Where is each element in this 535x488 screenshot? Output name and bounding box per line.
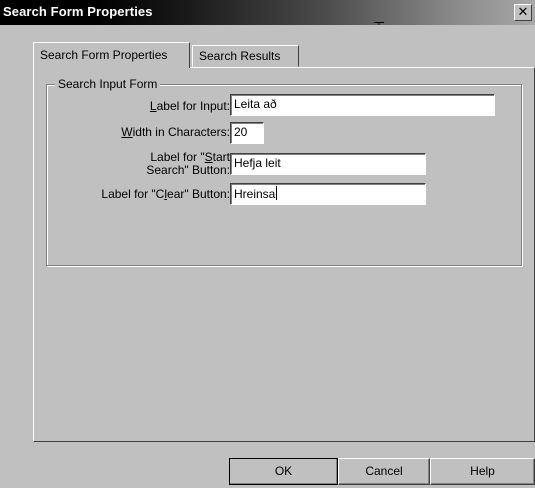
label-for-start-search-field[interactable]: Hefja leit xyxy=(230,153,426,175)
help-button[interactable]: Help xyxy=(430,458,535,485)
tab-label: Search Results xyxy=(199,49,281,63)
label-for-clear-label: Label for "Clear" Button: xyxy=(101,187,230,201)
close-button[interactable]: ✕ xyxy=(514,4,532,21)
label-for-start-search-label: Label for "Start Search" Button: xyxy=(146,150,230,177)
tab-search-form-properties[interactable]: Search Form Properties xyxy=(33,42,190,68)
text-caret xyxy=(276,186,278,200)
label-for-input-label: Label for Input: xyxy=(149,99,230,113)
window-title: Search Form Properties xyxy=(3,4,153,19)
group-label: Search Input Form xyxy=(55,77,161,91)
title-bar: Search Form Properties ⌶ ✕ xyxy=(0,0,535,40)
width-in-characters-field[interactable]: 20 xyxy=(230,122,264,144)
search-input-form-group: Search Input Form Label for Input: Leita… xyxy=(46,77,522,266)
dialog-body: Search Form Properties Search Results Se… xyxy=(0,25,535,488)
label-for-clear-field[interactable]: Hreinsa xyxy=(230,183,426,205)
tab-label: Search Form Properties xyxy=(40,48,168,62)
ok-button[interactable]: OK xyxy=(229,458,338,485)
tab-panel: Search Input Form Label for Input: Leita… xyxy=(33,67,535,442)
cancel-button[interactable]: Cancel xyxy=(338,458,430,485)
tab-search-results[interactable]: Search Results xyxy=(192,45,299,67)
label-for-input-field[interactable]: Leita að xyxy=(230,94,495,116)
width-in-characters-label: Width in Characters: xyxy=(121,125,230,139)
